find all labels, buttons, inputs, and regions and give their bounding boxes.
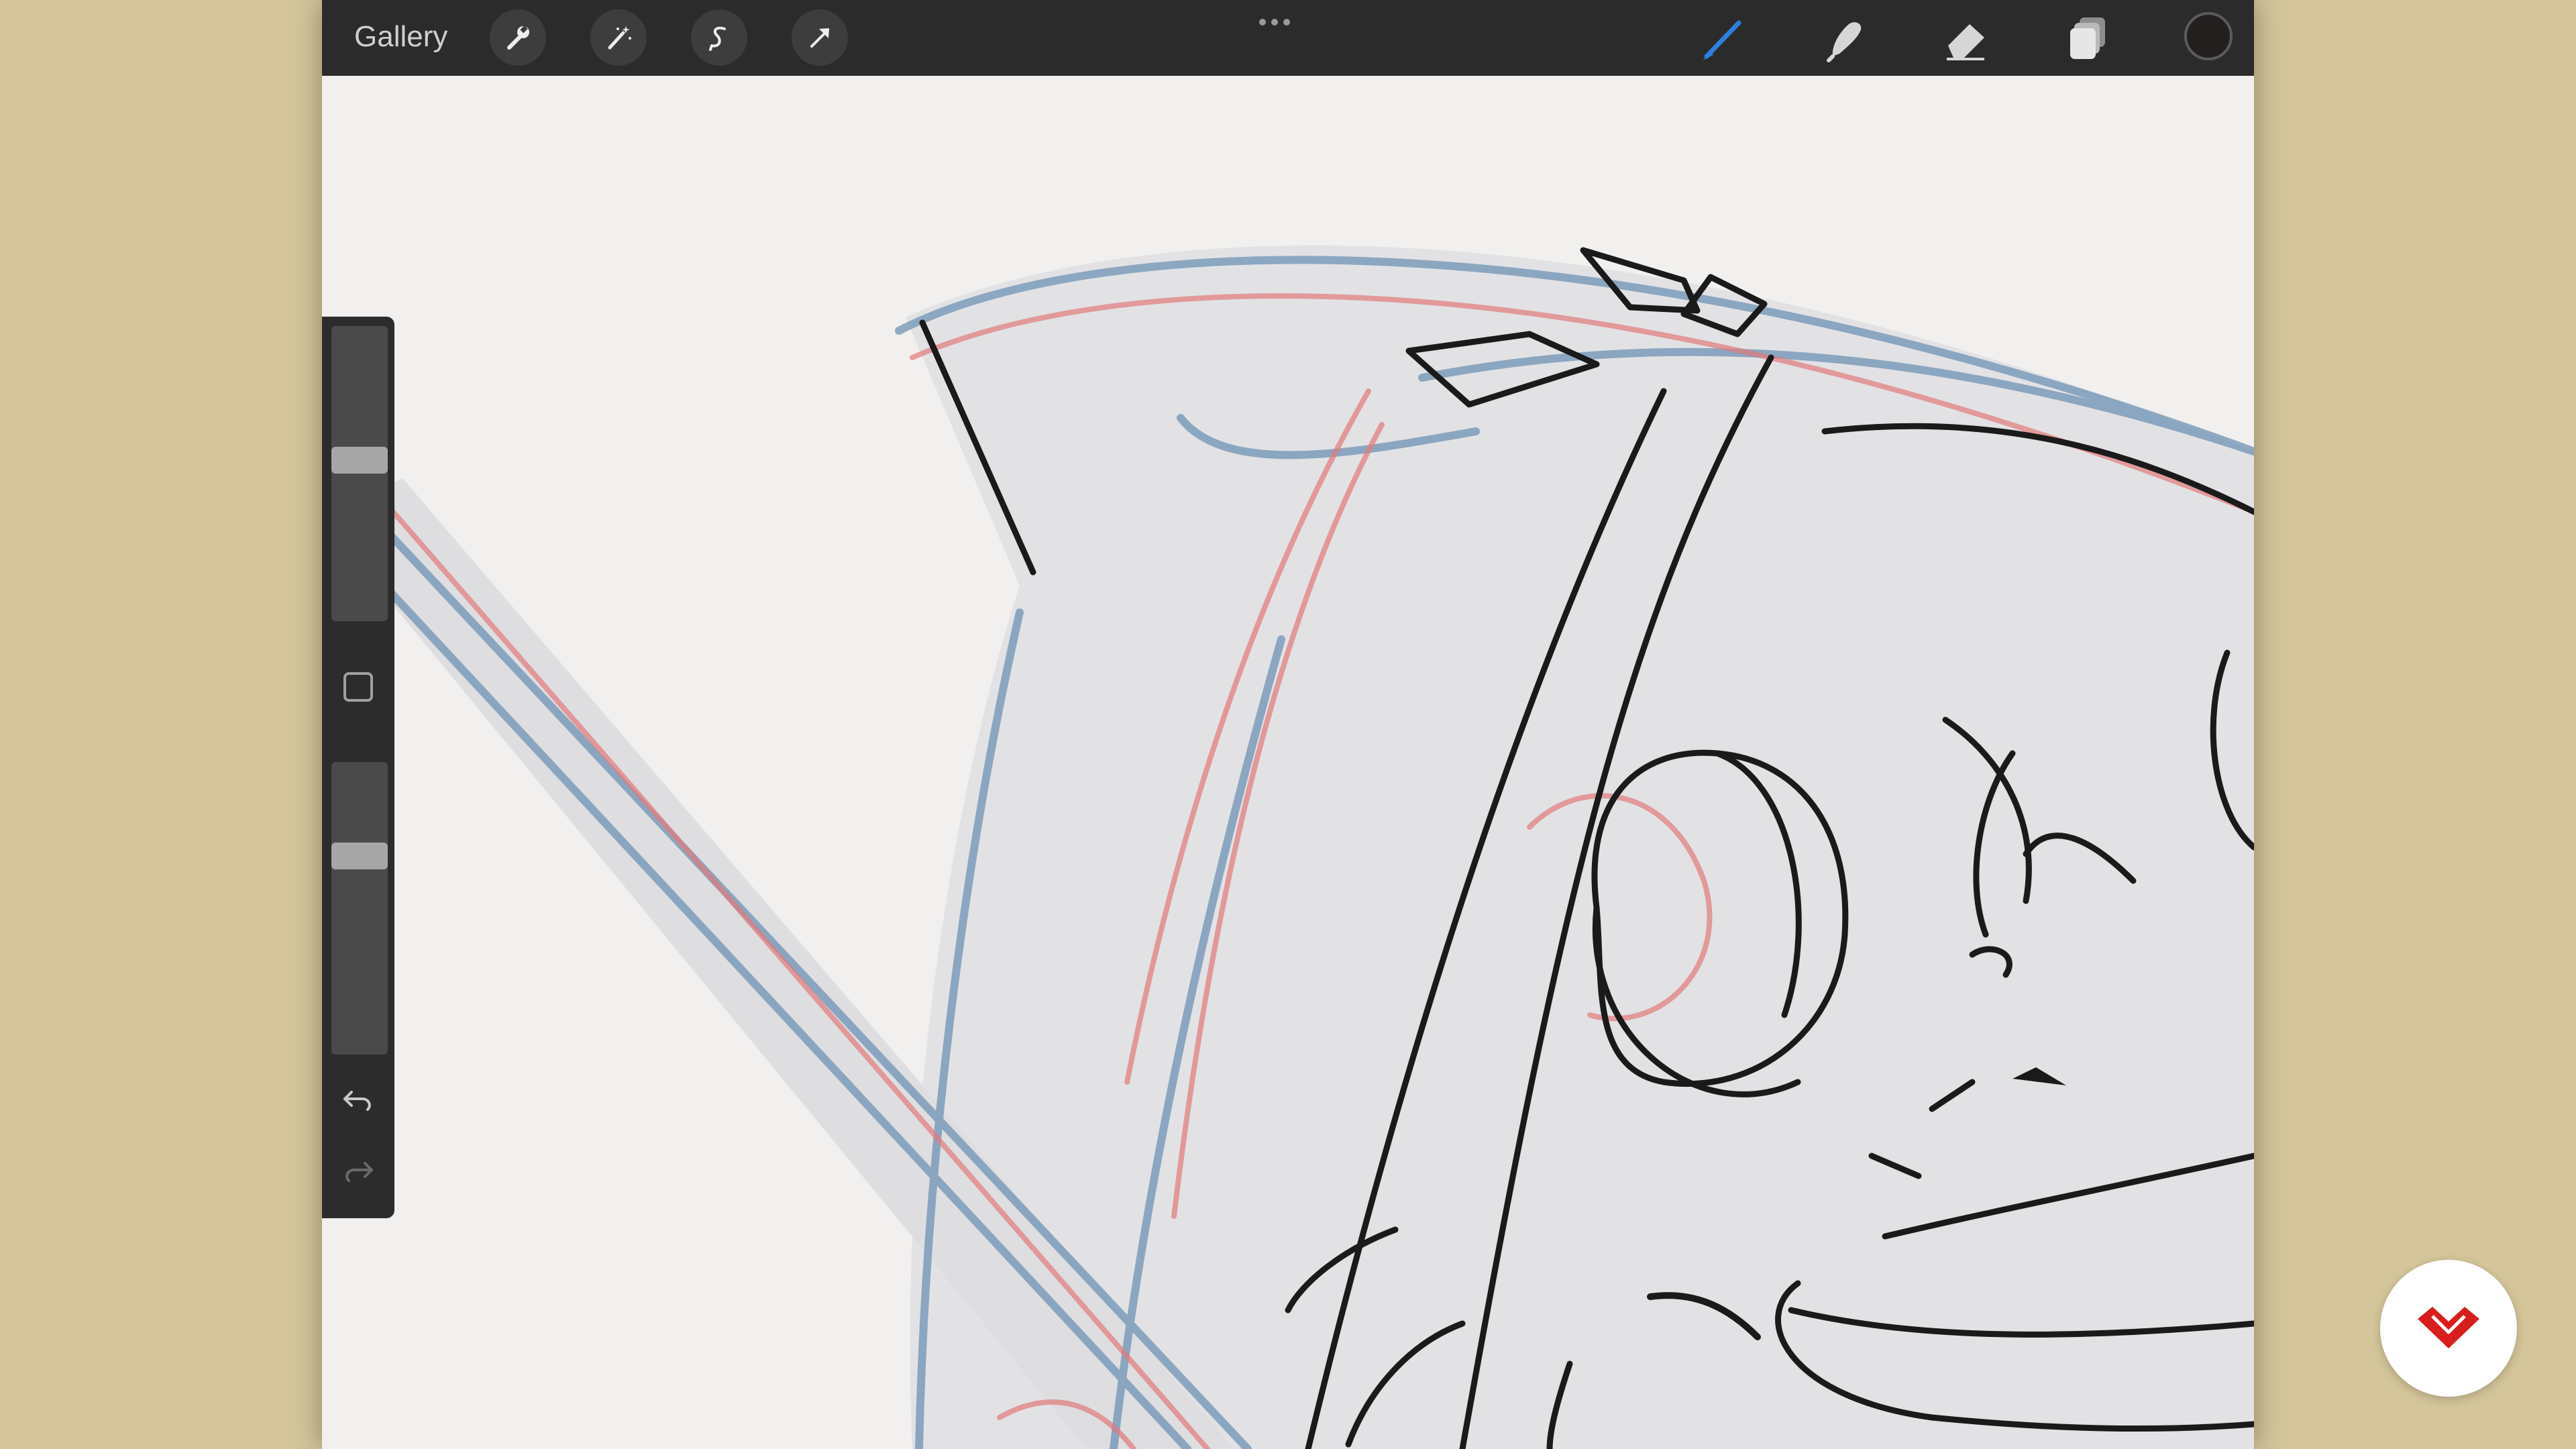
transform-button[interactable] [792, 9, 848, 66]
opacity-slider[interactable] [331, 762, 388, 1055]
eraser-icon[interactable] [1940, 12, 1994, 66]
brush-size-thumb[interactable] [331, 447, 388, 474]
selection-s-icon [709, 26, 726, 51]
brush-size-slider[interactable] [331, 326, 388, 621]
modify-square-button[interactable] [343, 672, 373, 702]
brush-icon[interactable] [1697, 12, 1751, 66]
transform-arrow-icon [810, 28, 829, 48]
layers-icon[interactable] [2062, 12, 2116, 66]
wrench-icon [507, 25, 529, 50]
gallery-button[interactable]: Gallery [354, 20, 447, 54]
drawing-canvas[interactable] [322, 76, 2254, 1449]
logo-badge [2380, 1260, 2517, 1397]
adjustments-button[interactable] [590, 9, 647, 66]
redo-icon[interactable] [339, 1151, 377, 1189]
heart-logo-icon [2418, 1307, 2479, 1348]
actions-button[interactable] [490, 9, 546, 66]
smudge-icon[interactable] [1819, 12, 1873, 66]
selection-button[interactable] [691, 9, 747, 66]
top-toolbar: Gallery [322, 0, 2254, 76]
color-swatch[interactable] [2184, 12, 2233, 60]
magic-wand-icon [608, 26, 631, 50]
left-sidebar [322, 317, 394, 1218]
undo-icon[interactable] [339, 1080, 377, 1118]
opacity-thumb[interactable] [331, 843, 388, 869]
more-dots-icon[interactable] [1248, 12, 1301, 32]
ipad-screen: Gallery [322, 0, 2254, 1449]
